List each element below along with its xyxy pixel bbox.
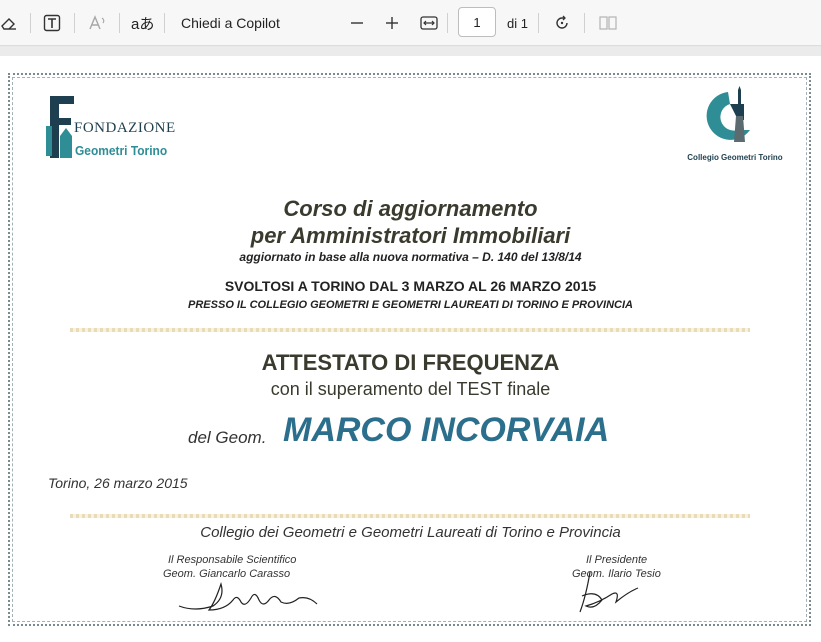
certificate-date: Torino, 26 marzo 2015 [48,475,188,491]
course-title-line1: Corso di aggiornamento [283,196,538,221]
course-subtitle: aggiornato in base alla nuova normativa … [239,250,582,264]
ask-copilot-label: Chiedi a Copilot [181,15,280,31]
left-signature [178,581,318,611]
right-signature [579,571,639,613]
toolbar-separator [74,13,75,33]
certificate-heading: ATTESTATO DI FREQUENZA [261,350,560,375]
ask-copilot-button[interactable]: Chiedi a Copilot [181,0,280,46]
toolbar-separator [584,13,585,33]
left-signatory-role: Il Responsabile Scientifico [168,554,297,566]
collegio-logo: Collegio Geometri Torino [680,86,790,166]
certificate-heading-sub: con il superamento del TEST finale [270,379,551,399]
decorative-divider [70,328,750,332]
course-place: PRESSO IL COLLEGIO GEOMETRI E GEOMETRI L… [188,299,633,311]
fondazione-logo: FONDAZIONE Geometri Torino [46,96,176,162]
course-dates: SVOLTOSI A TORINO DAL 3 MARZO AL 26 MARZ… [224,278,597,294]
fit-width-icon[interactable] [420,0,438,46]
translate-icon[interactable]: aあ [131,0,154,46]
eraser-icon[interactable] [0,0,18,46]
toolbar-separator [119,13,120,33]
toolbar-separator [447,13,448,33]
collegio-logo-caption: Collegio Geometri Torino [687,153,783,162]
toolbar-separator [538,13,539,33]
issuer-line: Collegio dei Geometri e Geometri Laureat… [200,524,621,541]
text-box-icon[interactable] [43,0,61,46]
recipient-name: MARCO INCORVAIA [283,411,610,449]
decorative-divider-bottom [70,514,750,518]
page-view-icon[interactable] [599,0,617,46]
collegio-logo-mark [706,86,750,142]
toolbar-separator [30,13,31,33]
zoom-in-icon[interactable] [385,0,399,46]
recipient-prefix: del Geom. [188,428,267,447]
pdf-toolbar: aあ Chiedi a Copilot di 1 [0,0,821,46]
read-aloud-icon[interactable] [88,0,108,46]
course-title-line2: per Amministratori Immobiliari [250,223,571,248]
fondazione-logo-line1: FONDAZIONE [74,120,176,136]
fondazione-logo-line2: Geometri Torino [75,143,168,158]
page-total: di 1 [507,0,528,46]
rotate-icon[interactable] [553,0,571,46]
page-total-label: di 1 [507,15,528,31]
fondazione-logo-mark [46,96,74,158]
toolbar-separator [164,13,165,33]
zoom-out-icon[interactable] [350,0,364,46]
page-number-input[interactable] [458,7,496,37]
